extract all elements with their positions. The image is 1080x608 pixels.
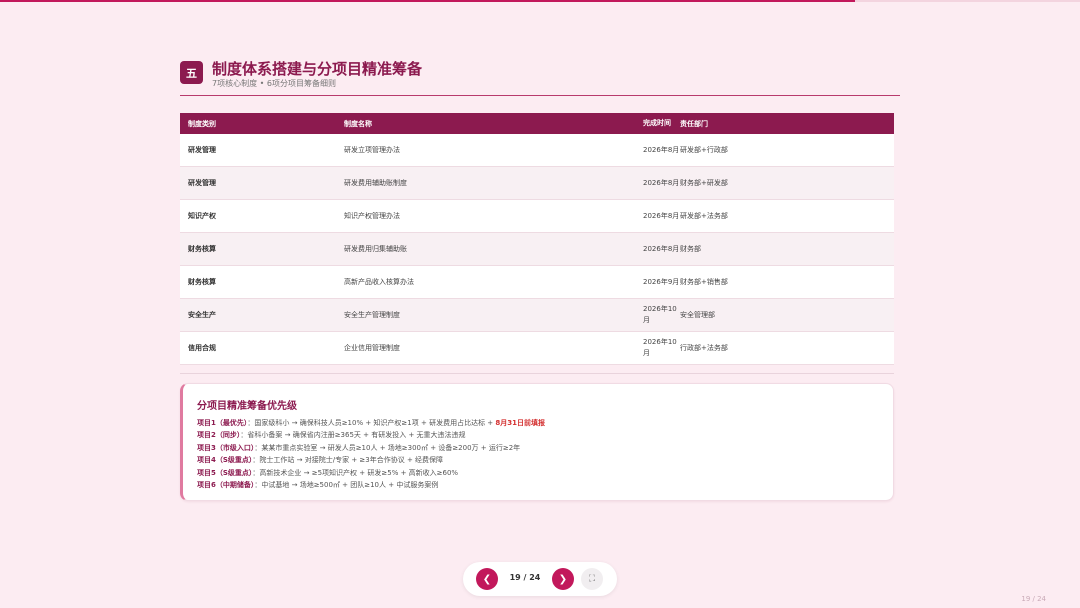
cell-department: 财务部+销售部 xyxy=(680,278,728,286)
cell-deadline: 2026年10月 xyxy=(643,305,677,324)
cell-name: 研发费用归集辅助账 xyxy=(344,245,407,253)
cell-name: 研发立项管理办法 xyxy=(344,146,400,154)
header-divider xyxy=(180,95,900,96)
page-title: 制度体系搭建与分项目精准筹备 xyxy=(212,60,423,78)
priority-item-text: 国家级科小 → 确保科技人员≥10% + 知识产权≥1项 + 研发费用占比达标 … xyxy=(254,419,496,427)
cell-deadline: 2026年9月 xyxy=(643,277,680,286)
cell-name: 企业信用管理制度 xyxy=(344,344,400,352)
fullscreen-icon: ⛶ xyxy=(588,574,596,584)
page-subtitle: 7项核心制度 • 6项分项目筹备细则 xyxy=(212,79,336,88)
cell-deadline: 2026年10月 xyxy=(643,338,677,357)
cell-department: 研发部+法务部 xyxy=(680,212,728,220)
priority-card-title: 分项目精准筹备优先级 xyxy=(197,401,297,412)
priority-item: 项目6（中期储备）：中试基地 → 场地≥500㎡ + 团队≥10人 + 中试服务… xyxy=(197,481,439,490)
cell-department: 行政部+法务部 xyxy=(680,344,728,352)
slide-header: 五 制度体系搭建与分项目精准筹备 7项核心制度 • 6项分项目筹备细则 xyxy=(180,58,900,96)
cell-category: 财务核算 xyxy=(188,278,216,286)
table-row: 研发管理 研发费用辅助账制度 2026年8月 财务部+研发部 xyxy=(180,167,894,200)
table-row: 安全生产 安全生产管理制度 2026年10月 安全管理部 xyxy=(180,299,894,332)
fullscreen-button[interactable]: ⛶ xyxy=(581,568,603,590)
priority-card: 分项目精准筹备优先级 项目1（最优先）：国家级科小 → 确保科技人员≥10% +… xyxy=(180,383,894,501)
table-row: 财务核算 高新产品收入核算办法 2026年9月 财务部+销售部 xyxy=(180,266,894,299)
table-bottom-divider xyxy=(180,373,894,374)
cell-category: 研发管理 xyxy=(188,146,216,154)
priority-item-text: 中试基地 → 场地≥500㎡ + 团队≥10人 + 中试服务案例 xyxy=(261,481,439,490)
priority-item-deadline: 8月31日前填报 xyxy=(495,419,546,427)
cell-category: 财务核算 xyxy=(188,245,216,253)
column-header-department: 责任部门 xyxy=(680,119,708,128)
progress-bar xyxy=(0,0,856,2)
priority-item: 项目4（S级重点）：院士工作站 → 对接院士/专家 + ≥3年合作协议 + 经费… xyxy=(197,456,444,465)
priority-item-text: 某某市重点实验室 → 研发人员≥10人 + 场地≥300㎡ + 设备≥200万 … xyxy=(261,443,521,452)
policy-table: 制度类别 制度名称 完成时间 责任部门 研发管理 研发立项管理办法 2026年8… xyxy=(180,113,894,365)
cell-name: 高新产品收入核算办法 xyxy=(344,278,414,286)
priority-item: 项目1（最优先）：国家级科小 → 确保科技人员≥10% + 知识产权≥1项 + … xyxy=(197,419,546,427)
cell-name: 研发费用辅助账制度 xyxy=(344,179,407,187)
cell-category: 研发管理 xyxy=(188,179,216,187)
table-row: 知识产权 知识产权管理办法 2026年8月 研发部+法务部 xyxy=(180,200,894,233)
cell-deadline: 2026年8月 xyxy=(643,211,680,220)
priority-item-label: 项目3（市级入口） xyxy=(197,443,255,452)
column-header-deadline: 完成时间 xyxy=(643,119,671,127)
cell-name: 知识产权管理办法 xyxy=(344,212,400,220)
priority-item-label: 项目2（同步） xyxy=(197,431,241,440)
table-row: 研发管理 研发立项管理办法 2026年8月 研发部+行政部 xyxy=(180,134,894,167)
cell-department: 财务部 xyxy=(680,245,701,253)
priority-item-label: 项目5（S级重点） xyxy=(197,468,253,477)
cell-category: 知识产权 xyxy=(188,212,216,220)
priority-item: 项目3（市级入口）：某某市重点实验室 → 研发人员≥10人 + 场地≥300㎡ … xyxy=(197,443,521,452)
priority-item-label: 项目6（中期储备） xyxy=(197,481,255,490)
page-indicator: 19 / 24 xyxy=(509,573,541,582)
cell-category: 信用合规 xyxy=(188,344,216,352)
cell-department: 研发部+行政部 xyxy=(680,146,728,154)
priority-item-text: 高新技术企业 → ≥5项知识产权 + 研发≥5% + 高新收入≥60% xyxy=(259,468,459,477)
chevron-left-icon: ❮ xyxy=(482,573,492,585)
progress-track xyxy=(0,0,1080,2)
cell-category: 安全生产 xyxy=(188,311,216,319)
chevron-right-icon: ❯ xyxy=(558,573,568,585)
slide-pager: ❮ 19 / 24 ❯ ⛶ xyxy=(463,562,617,596)
prev-slide-button[interactable]: ❮ xyxy=(476,568,498,590)
section-number-badge: 五 xyxy=(180,61,203,84)
priority-list: 项目1（最优先）：国家级科小 → 确保科技人员≥10% + 知识产权≥1项 + … xyxy=(197,417,545,491)
cell-deadline: 2026年8月 xyxy=(643,145,680,154)
table-row: 信用合规 企业信用管理制度 2026年10月 行政部+法务部 xyxy=(180,332,894,365)
priority-item: 项目2（同步）：省科小备案 → 确保省内注册≥365天 + 有研发投入 + 无重… xyxy=(197,431,466,440)
table-row: 财务核算 研发费用归集辅助账 2026年8月 财务部 xyxy=(180,233,894,266)
priority-item-text: 省科小备案 → 确保省内注册≥365天 + 有研发投入 + 无重大违法违规 xyxy=(247,431,466,440)
priority-item: 项目5（S级重点）：高新技术企业 → ≥5项知识产权 + 研发≥5% + 高新收… xyxy=(197,468,459,477)
column-header-category: 制度类别 xyxy=(188,119,216,128)
table-header-row: 制度类别 制度名称 完成时间 责任部门 xyxy=(180,113,894,134)
cell-name: 安全生产管理制度 xyxy=(344,311,400,319)
priority-item-text: 院士工作站 → 对接院士/专家 + ≥3年合作协议 + 经费保障 xyxy=(259,456,444,465)
priority-item-label: 项目1（最优先） xyxy=(197,419,248,427)
cell-department: 安全管理部 xyxy=(680,311,715,319)
cell-deadline: 2026年8月 xyxy=(643,244,680,253)
column-header-name: 制度名称 xyxy=(344,119,372,128)
cell-department: 财务部+研发部 xyxy=(680,179,728,187)
priority-item-label: 项目4（S级重点） xyxy=(197,456,253,465)
cell-deadline: 2026年8月 xyxy=(643,178,680,187)
next-slide-button[interactable]: ❯ xyxy=(552,568,574,590)
corner-page-number: 19 / 24 xyxy=(1021,595,1046,603)
